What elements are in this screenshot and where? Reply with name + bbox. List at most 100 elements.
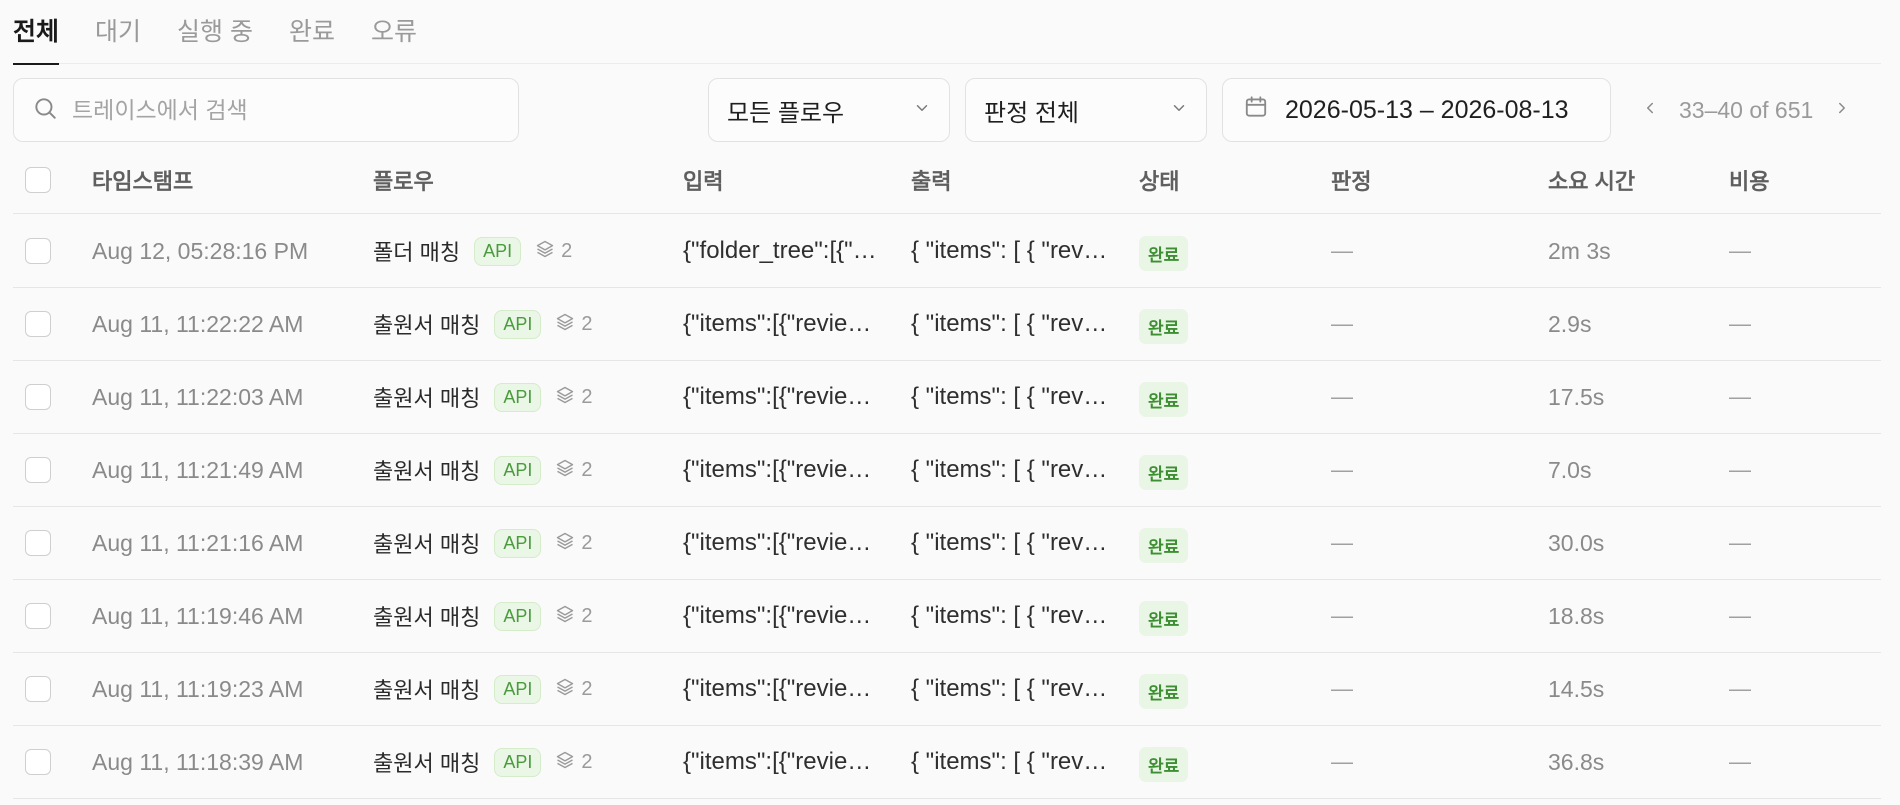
- row-cost: —: [1729, 749, 1751, 774]
- row-flow-name: 출원서 매칭: [373, 459, 481, 484]
- status-badge: 완료: [1139, 454, 1189, 490]
- row-verdict: —: [1331, 238, 1353, 263]
- input-ellipsis: …: [847, 310, 872, 337]
- step-count: 2: [581, 312, 593, 335]
- row-duration: 18.8s: [1548, 602, 1605, 629]
- row-duration: 17.5s: [1548, 383, 1605, 410]
- row-cost: —: [1729, 676, 1751, 701]
- row-checkbox[interactable]: [25, 603, 51, 629]
- row-output: { "items": [ { "rev: [911, 456, 1084, 483]
- row-output: { "items": [ { "rev: [911, 748, 1084, 775]
- api-badge: API: [474, 236, 522, 266]
- row-cost: —: [1729, 530, 1751, 555]
- api-badge: API: [494, 382, 542, 412]
- row-checkbox[interactable]: [25, 457, 51, 483]
- row-input: {"items":[{"revie: [683, 456, 848, 483]
- tab-completed[interactable]: 완료: [289, 0, 335, 64]
- tab-error[interactable]: 오류: [371, 0, 417, 64]
- date-range-picker[interactable]: 2026-05-13 – 2026-08-13: [1222, 78, 1611, 142]
- row-checkbox[interactable]: [25, 238, 51, 264]
- step-count: 2: [581, 677, 593, 700]
- flow-filter-select[interactable]: 모든 플로우: [708, 78, 950, 142]
- row-flow-name: 폴더 매칭: [373, 240, 461, 265]
- table-row[interactable]: Aug 11, 11:22:03 AM 출원서 매칭 API 2 {"items…: [13, 361, 1881, 434]
- row-timestamp: Aug 11, 11:19:46 AM: [92, 602, 304, 629]
- row-flow-name: 출원서 매칭: [373, 313, 481, 338]
- table-row[interactable]: Aug 11, 11:21:49 AM 출원서 매칭 API 2 {"items…: [13, 434, 1881, 507]
- row-verdict: —: [1331, 311, 1353, 336]
- status-badge: 완료: [1139, 673, 1189, 709]
- input-ellipsis: …: [847, 602, 872, 629]
- row-output: { "items": [ { "rev: [911, 237, 1084, 264]
- header-timestamp[interactable]: 타임스탬프: [92, 146, 362, 213]
- header-cost[interactable]: 비용: [1729, 146, 1869, 213]
- status-badge: 완료: [1139, 527, 1189, 563]
- output-ellipsis: …: [1083, 237, 1108, 264]
- step-count: 2: [581, 531, 593, 554]
- output-ellipsis: …: [1083, 529, 1108, 556]
- row-input: {"items":[{"revie: [683, 602, 848, 629]
- header-duration[interactable]: 소요 시간: [1548, 146, 1708, 213]
- row-flow-name: 출원서 매칭: [373, 751, 481, 776]
- row-checkbox[interactable]: [25, 676, 51, 702]
- api-badge: API: [494, 601, 542, 631]
- table-header: 타임스탬프 플로우 입력 출력 상태 판정 소요 시간 비용: [13, 146, 1881, 214]
- row-checkbox[interactable]: [25, 384, 51, 410]
- output-ellipsis: …: [1083, 748, 1108, 775]
- verdict-filter-value: 판정 전체: [984, 99, 1079, 127]
- date-range-value: 2026-05-13 – 2026-08-13: [1285, 95, 1569, 124]
- header-verdict[interactable]: 판정: [1331, 146, 1481, 213]
- step-count: 2: [581, 750, 593, 773]
- row-duration: 30.0s: [1548, 529, 1605, 556]
- row-checkbox[interactable]: [25, 530, 51, 556]
- header-flow[interactable]: 플로우: [373, 146, 683, 213]
- input-ellipsis: …: [847, 529, 872, 556]
- table-row[interactable]: Aug 11, 11:19:23 AM 출원서 매칭 API 2 {"items…: [13, 653, 1881, 726]
- row-input: {"items":[{"revie: [683, 310, 848, 337]
- next-page-button[interactable]: [1825, 93, 1859, 127]
- row-duration: 2.9s: [1548, 310, 1592, 337]
- table-row[interactable]: Aug 11, 11:19:46 AM 출원서 매칭 API 2 {"items…: [13, 580, 1881, 653]
- table-row[interactable]: Aug 11, 11:22:22 AM 출원서 매칭 API 2 {"items…: [13, 288, 1881, 361]
- row-checkbox[interactable]: [25, 749, 51, 775]
- row-timestamp: Aug 11, 11:18:39 AM: [92, 748, 304, 775]
- header-status[interactable]: 상태: [1139, 146, 1289, 213]
- row-duration: 14.5s: [1548, 675, 1605, 702]
- row-timestamp: Aug 11, 11:22:03 AM: [92, 383, 304, 410]
- row-cost: —: [1729, 384, 1751, 409]
- output-ellipsis: …: [1083, 602, 1108, 629]
- row-output: { "items": [ { "rev: [911, 675, 1084, 702]
- row-output: { "items": [ { "rev: [911, 602, 1084, 629]
- row-verdict: —: [1331, 749, 1353, 774]
- row-checkbox[interactable]: [25, 311, 51, 337]
- tab-all[interactable]: 전체: [13, 0, 60, 65]
- row-timestamp: Aug 11, 11:22:22 AM: [92, 310, 304, 337]
- row-flow-name: 출원서 매칭: [373, 532, 481, 557]
- api-badge: API: [494, 674, 542, 704]
- row-flow-name: 출원서 매칭: [373, 605, 481, 630]
- status-badge: 완료: [1139, 235, 1189, 271]
- layers-icon: [555, 458, 575, 483]
- output-ellipsis: …: [1083, 675, 1108, 702]
- select-all-checkbox[interactable]: [25, 166, 51, 193]
- page-info: 33–40 of 651: [1679, 96, 1814, 123]
- header-input: 입력: [683, 168, 724, 194]
- output-ellipsis: …: [1083, 456, 1108, 483]
- row-cost: —: [1729, 238, 1751, 263]
- tab-pending[interactable]: 대기: [95, 0, 141, 64]
- status-badge: 완료: [1139, 381, 1189, 417]
- tab-running[interactable]: 실행 중: [177, 0, 253, 64]
- row-verdict: —: [1331, 676, 1353, 701]
- search-box: [13, 78, 519, 142]
- prev-page-button[interactable]: [1633, 93, 1667, 127]
- search-input[interactable]: [72, 96, 492, 124]
- row-cost: —: [1729, 603, 1751, 628]
- row-duration: 2m 3s: [1548, 237, 1611, 264]
- table-row[interactable]: Aug 12, 05:28:16 PM 폴더 매칭 API 2 {"folder…: [13, 215, 1881, 288]
- verdict-filter-select[interactable]: 판정 전체: [965, 78, 1207, 142]
- table-row[interactable]: Aug 11, 11:18:39 AM 출원서 매칭 API 2 {"items…: [13, 726, 1881, 799]
- row-input: {"items":[{"revie: [683, 529, 848, 556]
- step-count: 2: [581, 385, 593, 408]
- table-row[interactable]: Aug 11, 11:21:16 AM 출원서 매칭 API 2 {"items…: [13, 507, 1881, 580]
- input-ellipsis: …: [847, 456, 872, 483]
